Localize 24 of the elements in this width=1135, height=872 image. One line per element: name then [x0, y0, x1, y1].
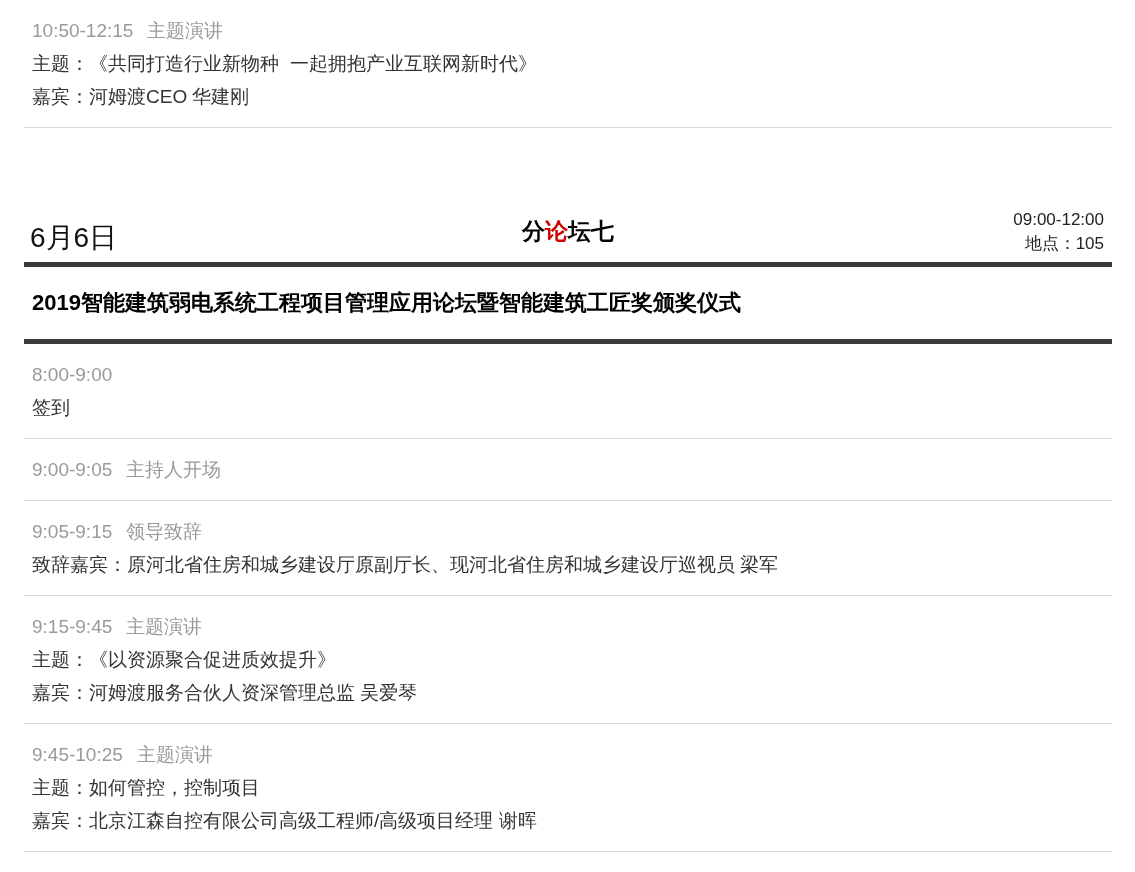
- time-range: 10:50-12:15: [32, 19, 134, 43]
- session-detail: 嘉宾：河姆渡服务合伙人资深管理总监 吴爱琴: [32, 681, 419, 705]
- time-range: 8:00-9:00: [32, 363, 113, 387]
- session-detail: 嘉宾：河姆渡CEO 华建刚: [32, 85, 251, 109]
- forum-location: 地点：105: [1024, 233, 1104, 255]
- session-detail: 致辞嘉宾：原河北省住房和城乡建设厅原副厅长、现河北省住房和城乡建设厅巡视员 梁军: [32, 553, 780, 577]
- session-type: 主题演讲: [126, 615, 203, 639]
- session-detail: 签到: [32, 396, 71, 420]
- forum-title: 分论坛七: [522, 216, 614, 246]
- time-range: 9:05-9:15: [32, 520, 113, 544]
- session-type: 主题演讲: [136, 743, 213, 767]
- session-type: 主题演讲: [147, 19, 224, 43]
- session-type: 主持人开场: [126, 458, 222, 482]
- session-type: 领导致辞: [126, 520, 203, 544]
- time-range: 9:15-9:45: [32, 615, 113, 639]
- time-range: 9:45-10:25: [32, 743, 123, 767]
- session-detail: 主题：如何管控，控制项目: [32, 776, 261, 800]
- session-detail: 主题：《共同打造行业新物种 一起拥抱产业互联网新时代》: [32, 52, 538, 76]
- forum-time: 09:00-12:00: [1013, 209, 1104, 231]
- forum-name: 2019智能建筑弱电系统工程项目管理应用论坛暨智能建筑工匠奖颁奖仪式: [32, 290, 741, 315]
- session-detail: 嘉宾：北京江森自控有限公司高级工程师/高级项目经理 谢晖: [32, 809, 538, 833]
- forum-date: 6月6日: [29, 221, 118, 255]
- time-range: 9:00-9:05: [32, 458, 113, 482]
- session-detail: 主题：《以资源聚合促进质效提升》: [32, 648, 337, 672]
